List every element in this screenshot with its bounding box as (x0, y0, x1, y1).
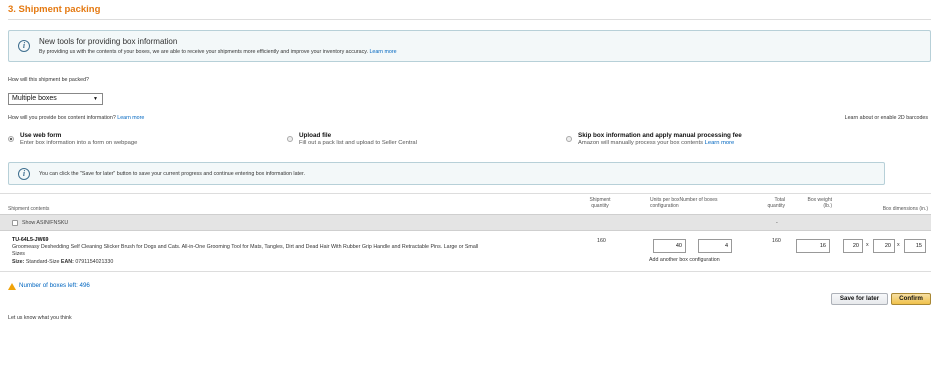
option-upload-file-subtitle: Fill out a pack list and upload to Selle… (299, 140, 417, 146)
add-box-configuration-link[interactable]: Add another box configuration (649, 257, 720, 263)
product-title-line2: Sizes (12, 250, 25, 257)
option-upload-file-title: Upload file (299, 132, 332, 139)
feedback-link[interactable]: Let us know what you think (8, 315, 72, 321)
size-value: Standard-Size (25, 259, 60, 265)
save-later-banner-text: You can click the "Save for later" butto… (39, 171, 305, 177)
radio-upload-file[interactable] (287, 136, 293, 142)
confirm-button[interactable]: Confirm (891, 293, 931, 305)
option-web-form-title: Use web form (20, 132, 62, 139)
packing-question: How will this shipment be packed? (8, 77, 89, 83)
header-box-dimensions: Box dimensions (in.) (882, 206, 928, 212)
info-banner-body: By providing us with the contents of you… (39, 49, 397, 55)
total-quantity-value: 160 (772, 238, 781, 244)
chevron-down-icon: ▼ (93, 96, 98, 102)
shipment-quantity-value: 160 (597, 238, 606, 244)
option-skip-subtitle-text: Amazon will manually process your box co… (578, 140, 704, 146)
header-shipment-quantity-line2: quantity (591, 203, 609, 209)
option-web-form[interactable]: Use web form Enter box information into … (8, 132, 268, 148)
table-row: TU-64L5-JW69 Groomeasy Deshedding Self C… (0, 232, 931, 272)
header-total-quantity: Total quantity (755, 197, 785, 209)
section-divider (8, 19, 931, 20)
size-label: Size: (12, 259, 25, 265)
section-title: 3. Shipment packing (8, 4, 101, 15)
info-banner-learn-more-link[interactable]: Learn more (369, 49, 396, 55)
dimension-separator: x (897, 242, 900, 248)
product-size-ean: Size: Standard-Size EAN: 0791154021330 (12, 259, 113, 265)
header-box-weight-line2: (lb.) (823, 203, 832, 209)
box-length-input[interactable]: 20 (843, 239, 863, 253)
warning-icon (8, 283, 16, 290)
ean-label: EAN: (60, 259, 74, 265)
packing-selected-value: Multiple boxes (12, 95, 57, 102)
option-skip-subtitle: Amazon will manually process your box co… (578, 140, 734, 146)
save-later-banner: i You can click the "Save for later" but… (8, 162, 885, 185)
option-upload-file[interactable]: Upload file Fill out a pack list and upl… (287, 132, 547, 148)
box-content-question-text: How will you provide box content informa… (8, 115, 116, 121)
show-asin-checkbox[interactable] (12, 220, 18, 226)
units-per-box-input[interactable]: 40 (653, 239, 686, 253)
header-units-per-box-line2: configuration (650, 203, 679, 209)
option-skip-title: Skip box information and apply manual pr… (578, 132, 742, 139)
header-shipment-contents: Shipment contents (8, 206, 50, 212)
option-skip-box-info[interactable]: Skip box information and apply manual pr… (566, 132, 866, 148)
header-box-weight: Box weight (lb.) (800, 197, 832, 209)
number-of-boxes-input[interactable]: 4 (698, 239, 732, 253)
ean-value: 0791154021330 (75, 259, 114, 265)
header-number-of-boxes: Number of boxes (679, 197, 718, 203)
total-quantity-placeholder: - (776, 220, 778, 226)
box-content-question: How will you provide box content informa… (8, 115, 144, 121)
info-banner-text: By providing us with the contents of you… (39, 49, 368, 55)
boxes-left-text: Number of boxes left: 496 (19, 282, 90, 289)
info-icon: i (18, 168, 30, 180)
save-for-later-button[interactable]: Save for later (831, 293, 888, 305)
box-width-input[interactable]: 20 (873, 239, 895, 253)
header-shipment-quantity: Shipment quantity (585, 197, 615, 209)
barcodes-link[interactable]: Learn about or enable 2D barcodes (845, 115, 928, 121)
option-skip-learn-more-link[interactable]: Learn more (705, 140, 735, 146)
show-asin-label: Show ASIN/FNSKU (22, 220, 69, 226)
box-height-input[interactable]: 15 (904, 239, 926, 253)
info-banner-title: New tools for providing box information (39, 37, 178, 46)
box-content-learn-more-link[interactable]: Learn more (117, 115, 144, 121)
table-header: Shipment contents Shipment quantity Unit… (0, 193, 931, 213)
radio-web-form[interactable] (8, 136, 14, 142)
show-asin-row: Show ASIN/FNSKU - (0, 214, 931, 231)
packing-select[interactable]: Multiple boxes ▼ (8, 93, 103, 105)
option-web-form-subtitle: Enter box information into a form on web… (20, 140, 138, 146)
box-weight-input[interactable]: 16 (796, 239, 830, 253)
info-icon: i (18, 40, 30, 52)
product-title: Groomeasy Deshedding Self Cleaning Slick… (12, 244, 567, 257)
product-sku: TU-64L5-JW69 (12, 237, 49, 243)
header-units-per-box: Units per boxNumber of boxes configurati… (650, 197, 718, 209)
radio-skip-box-info[interactable] (566, 136, 572, 142)
header-total-quantity-line2: quantity (767, 203, 785, 209)
info-banner: i New tools for providing box informatio… (8, 30, 931, 62)
dimension-separator: x (866, 242, 869, 248)
